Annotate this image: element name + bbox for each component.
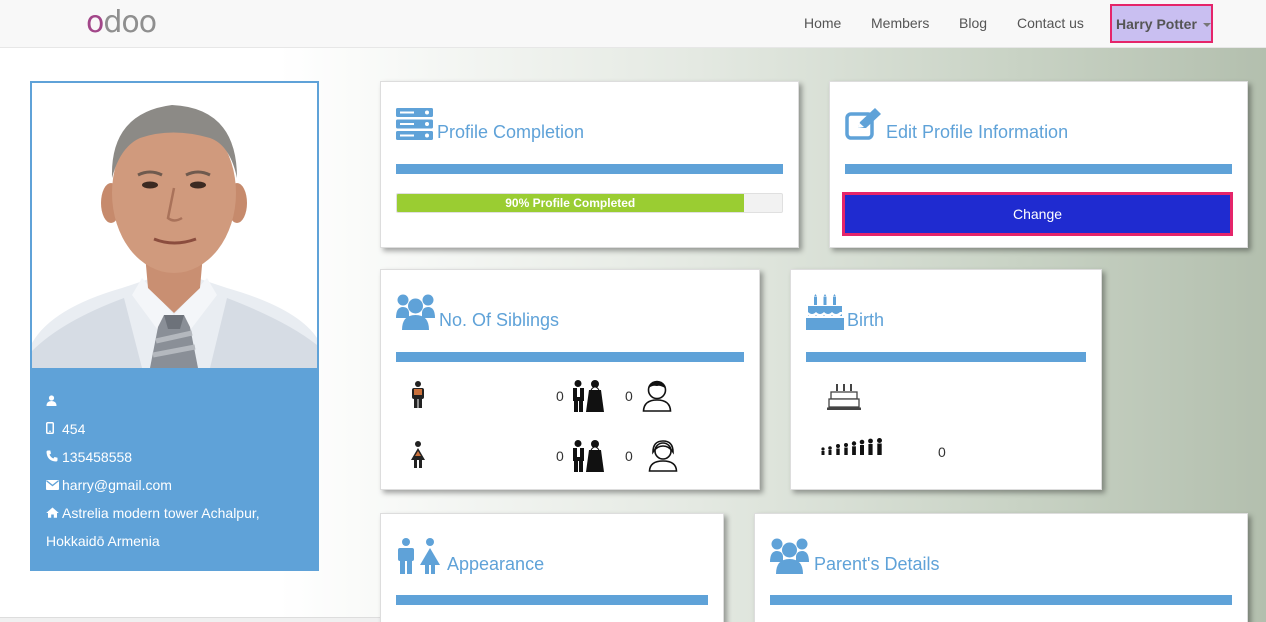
- user-menu-dropdown[interactable]: Harry Potter: [1110, 4, 1213, 43]
- server-icon: [396, 108, 433, 143]
- profile-info-panel: 454 135458558 harry@gmail.com Astrelia m…: [30, 369, 319, 571]
- appearance-card: Appearance: [380, 513, 724, 622]
- nav-blog[interactable]: Blog: [959, 15, 987, 31]
- progress-fill: 90% Profile Completed: [397, 194, 744, 212]
- nav-members[interactable]: Members: [871, 15, 929, 31]
- title-underline: [396, 595, 708, 605]
- profile-completion-title: Profile Completion: [437, 122, 585, 142]
- female-icon: [409, 441, 427, 471]
- top-navbar: odoo Home Members Blog Contact us Harry …: [0, 0, 1266, 48]
- woman-avatar-icon: [648, 440, 678, 475]
- married-couple-icon: [571, 440, 604, 475]
- address-row-2: Hokkaidō Armenia: [46, 533, 160, 549]
- family-row-icon: [821, 438, 883, 458]
- profile-photo: [30, 81, 319, 370]
- siblings-title: No. Of Siblings: [439, 310, 560, 330]
- email-row: harry@gmail.com: [46, 477, 172, 493]
- sisters-married-count: 0: [556, 448, 564, 464]
- group-icon: [770, 536, 809, 577]
- profile-completion-card: Profile Completion 90% Profile Completed: [380, 81, 799, 248]
- appearance-title: Appearance: [447, 554, 545, 574]
- title-underline: [806, 352, 1086, 362]
- brothers-unmarried-count: 0: [625, 388, 633, 404]
- nav-home[interactable]: Home: [804, 15, 841, 31]
- phone-icon: [46, 449, 60, 465]
- id-row: 454: [46, 421, 85, 437]
- address-row: Astrelia modern tower Achalpur,: [46, 505, 260, 521]
- title-underline: [396, 352, 744, 362]
- mobile-icon: [46, 421, 60, 437]
- email-value: harry@gmail.com: [62, 477, 172, 493]
- parents-title: Parent's Details: [814, 554, 940, 574]
- title-underline: [770, 595, 1232, 605]
- sisters-unmarried-count: 0: [625, 448, 633, 464]
- birth-card: Birth 0: [790, 269, 1102, 490]
- bottom-scroll-strip: [0, 617, 440, 622]
- man-woman-icon: [396, 538, 442, 577]
- caret-down-icon: [1202, 23, 1211, 28]
- birth-title: Birth: [847, 310, 885, 330]
- title-underline: [396, 164, 783, 174]
- edit-icon: [845, 108, 882, 143]
- siblings-card: No. Of Siblings 0 0 0 0: [380, 269, 760, 490]
- address-line-2: Hokkaidō Armenia: [46, 533, 160, 549]
- envelope-icon: [46, 477, 60, 493]
- married-couple-icon: [571, 380, 604, 415]
- group-icon: [396, 292, 435, 333]
- id-value: 454: [62, 421, 86, 437]
- user-icon: [46, 393, 60, 409]
- address-line-1: Astrelia modern tower Achalpur,: [62, 505, 260, 521]
- phone-row: 135458558: [46, 449, 132, 465]
- small-cake-icon: [827, 382, 861, 413]
- phone-value: 135458558: [62, 449, 133, 465]
- title-underline: [845, 164, 1232, 174]
- parents-card: Parent's Details: [754, 513, 1248, 622]
- brothers-married-count: 0: [556, 388, 564, 404]
- user-name: Harry Potter: [1116, 16, 1197, 32]
- birthday-cake-icon: [806, 294, 844, 333]
- profile-progress-bar: 90% Profile Completed: [396, 193, 783, 213]
- edit-profile-title: Edit Profile Information: [886, 122, 1069, 142]
- nav-contact-us[interactable]: Contact us: [1017, 15, 1084, 31]
- user-row: [46, 393, 62, 409]
- birth-order-value: 0: [938, 444, 946, 460]
- logo-letter: o: [86, 5, 104, 40]
- change-button[interactable]: Change: [842, 192, 1233, 236]
- male-icon: [409, 381, 427, 411]
- edit-profile-card: Edit Profile Information Change: [829, 81, 1248, 248]
- logo-text: doo: [103, 5, 157, 40]
- odoo-logo[interactable]: odoo: [86, 5, 157, 40]
- home-icon: [46, 505, 60, 521]
- man-avatar-icon: [642, 380, 672, 415]
